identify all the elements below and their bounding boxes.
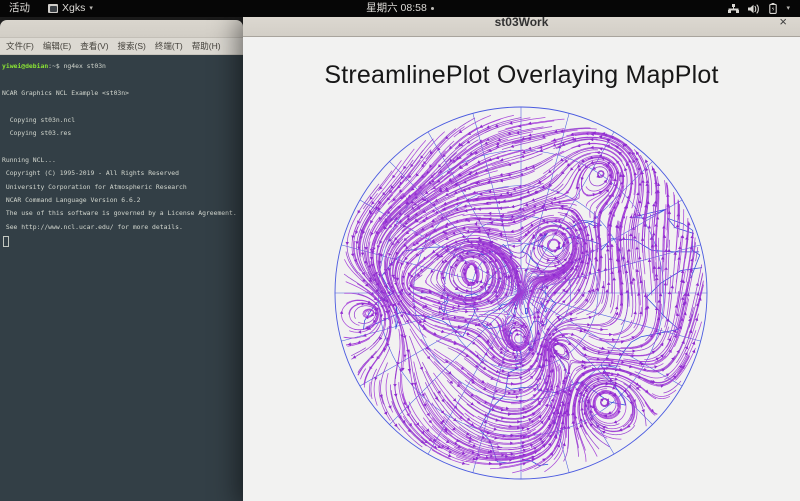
terminal-content[interactable]: yiwei@debian:~$ ng4ex st03n NCAR Graphic… — [0, 55, 243, 501]
app-menu-label: Xgks — [62, 2, 86, 14]
terminal-menu-item[interactable]: 终端(T) — [155, 40, 183, 52]
plot-window: st03Work × StreamlinePlot Overlaying Map… — [243, 8, 800, 501]
terminal-output-line: Copyright (C) 1995-2019 - All Rights Res… — [2, 169, 179, 178]
terminal-output-line: See http://www.ncl.ucar.edu/ for more de… — [2, 222, 183, 231]
prompt-command: ng4ex st03n — [63, 62, 106, 70]
activities-button[interactable]: 活动 — [0, 0, 39, 17]
terminal-output-line: Copying st03n.ncl — [2, 115, 76, 124]
terminal-menubar: 文件(F) 编辑(E) 查看(V) 搜索(S) 终端(T) 帮助(H) — [0, 38, 243, 55]
volume-icon — [748, 3, 760, 14]
terminal-titlebar[interactable] — [0, 20, 243, 38]
chevron-down-icon: ▾ — [786, 5, 790, 12]
system-status-area[interactable]: ▾ — [718, 0, 800, 17]
terminal-output-line: Copying st03.res — [2, 128, 72, 137]
prompt-separator: :~$ — [48, 62, 64, 70]
chevron-down-icon: ▾ — [89, 5, 93, 12]
prompt-user: yiwei@debian — [2, 62, 49, 70]
terminal-output-line: University Corporation for Atmospheric R… — [2, 182, 187, 191]
terminal-menu-item[interactable]: 文件(F) — [6, 40, 34, 52]
terminal-output-line: NCAR Graphics NCL Example <st03n> — [2, 88, 129, 97]
network-icon — [728, 3, 740, 14]
clock-button[interactable]: 星期六 08:58 — [0, 0, 800, 17]
terminal-output-line: Running NCL... — [2, 155, 56, 164]
plot-canvas: StreamlinePlot Overlaying MapPlot — [243, 37, 800, 501]
app-menu[interactable]: Xgks ▾ — [39, 0, 102, 17]
streamline-map-plot — [334, 106, 708, 480]
terminal-window: 文件(F) 编辑(E) 查看(V) 搜索(S) 终端(T) 帮助(H) yiwei@deb… — [0, 20, 243, 501]
notification-dot-icon — [430, 7, 434, 10]
terminal-output-line: The use of this software is governed by … — [2, 209, 237, 218]
terminal-menu-item[interactable]: 搜索(S) — [118, 40, 146, 52]
terminal-output-line: NCAR Command Language Version 6.6.2 — [2, 195, 141, 204]
battery-icon — [769, 3, 778, 14]
app-icon — [48, 4, 58, 13]
terminal-menu-item[interactable]: 帮助(H) — [192, 40, 221, 52]
terminal-prompt-line: yiwei@debian:~$ ng4ex st03n — [2, 60, 241, 73]
terminal-output: NCAR Graphics NCL Example <st03n> Copyin… — [2, 73, 241, 234]
terminal-menu-item[interactable]: 查看(V) — [80, 40, 108, 52]
desktop: { "topbar": { "activities": "活动", "app_n… — [0, 0, 800, 501]
terminal-cursor — [3, 236, 9, 248]
terminal-menu-item[interactable]: 编辑(E) — [43, 40, 71, 52]
window-title: st03Work — [494, 15, 549, 29]
clock-label: 星期六 08:58 — [366, 2, 427, 14]
top-bar: 活动 Xgks ▾ 星期六 08:58 ▾ — [0, 0, 800, 17]
